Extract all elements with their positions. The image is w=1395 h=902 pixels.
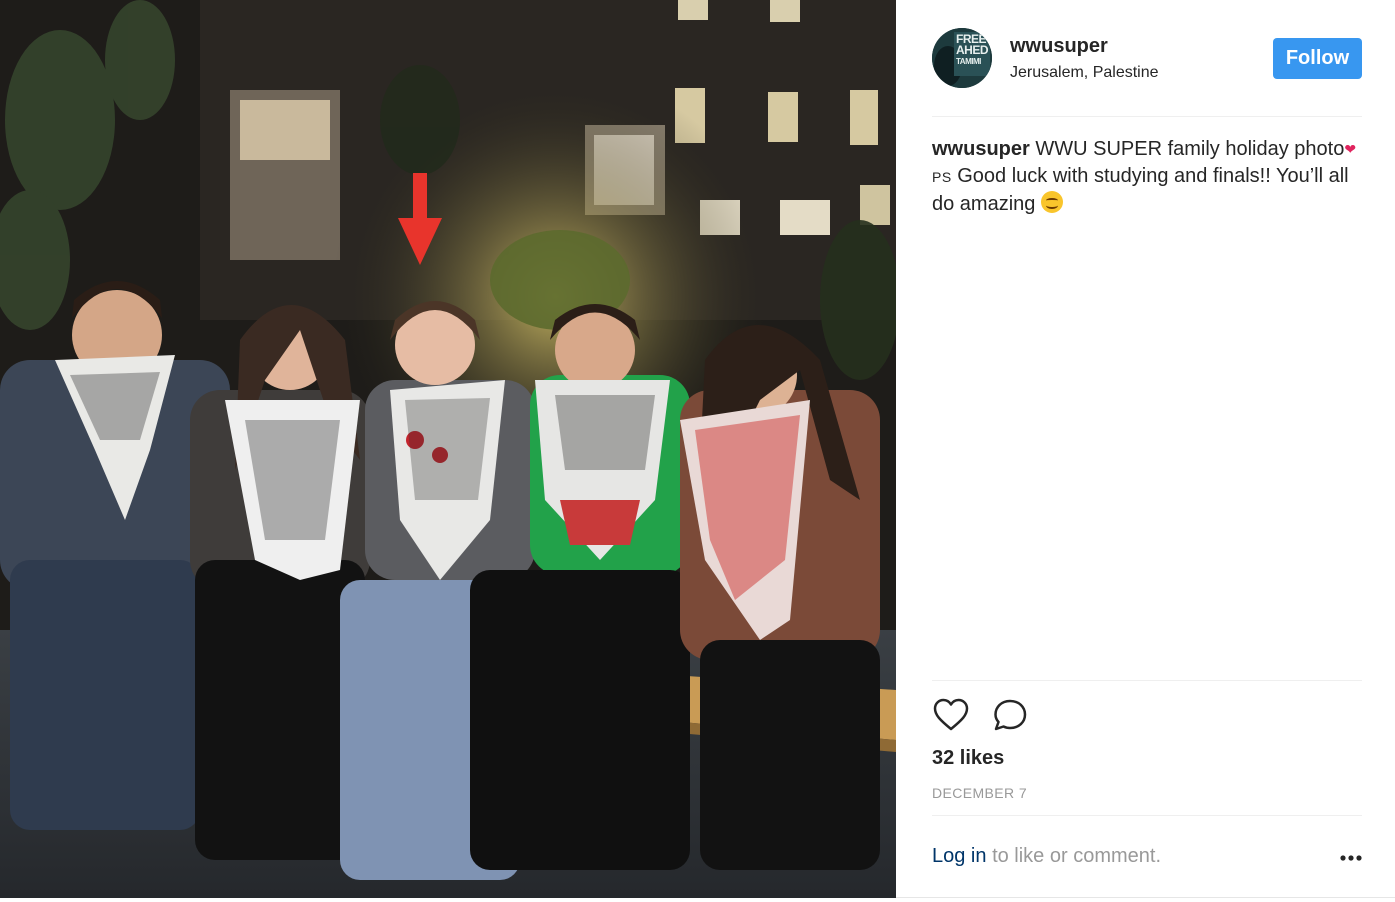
group-photo-illustration <box>0 0 896 898</box>
instagram-post: FREE AHED TAMIMI wwusuper Jerusalem, Pal… <box>0 0 1395 902</box>
caption-username-link[interactable]: wwusuper <box>932 138 1030 160</box>
avatar-text-line: AHED <box>956 43 989 57</box>
like-button[interactable] <box>932 697 970 733</box>
login-link[interactable]: Log in <box>932 845 987 867</box>
likes-count[interactable]: 32 likes <box>932 747 1004 770</box>
post-sidebar: FREE AHED TAMIMI wwusuper Jerusalem, Pal… <box>896 0 1395 898</box>
avatar[interactable]: FREE AHED TAMIMI <box>932 28 992 88</box>
post-caption: wwusuper WWU SUPER family holiday photo❤… <box>932 136 1364 218</box>
login-prompt-text: to like or comment. <box>992 845 1162 867</box>
location-link[interactable]: Jerusalem, Palestine <box>1010 64 1159 82</box>
post-photo[interactable] <box>0 0 896 898</box>
post-date[interactable]: DECEMBER 7 <box>932 785 1027 801</box>
divider <box>932 680 1362 681</box>
heart-outline-icon <box>933 698 969 731</box>
comment-button[interactable] <box>992 697 1030 733</box>
avatar-caption: FREE AHED TAMIMI <box>956 33 989 67</box>
login-prompt: Log in to like or comment. <box>932 845 1161 868</box>
speech-bubble-icon <box>994 699 1027 731</box>
caption-ps-label: PS <box>932 169 952 185</box>
heart-emoji-icon: ❤ <box>1344 141 1357 157</box>
caption-text-line1: WWU SUPER family holiday photo <box>1035 138 1345 160</box>
more-options-button[interactable] <box>1339 848 1363 868</box>
post-header: FREE AHED TAMIMI wwusuper Jerusalem, Pal… <box>932 28 1362 117</box>
avatar-text-line: TAMIMI <box>956 57 981 66</box>
ellipsis-icon <box>1340 855 1362 861</box>
username-link[interactable]: wwusuper <box>1010 35 1108 58</box>
follow-button[interactable]: Follow <box>1273 38 1362 79</box>
smiling-face-emoji-icon <box>1040 191 1063 213</box>
divider <box>932 815 1362 816</box>
caption-text-line2: Good luck with studying and finals!! You… <box>932 165 1349 215</box>
